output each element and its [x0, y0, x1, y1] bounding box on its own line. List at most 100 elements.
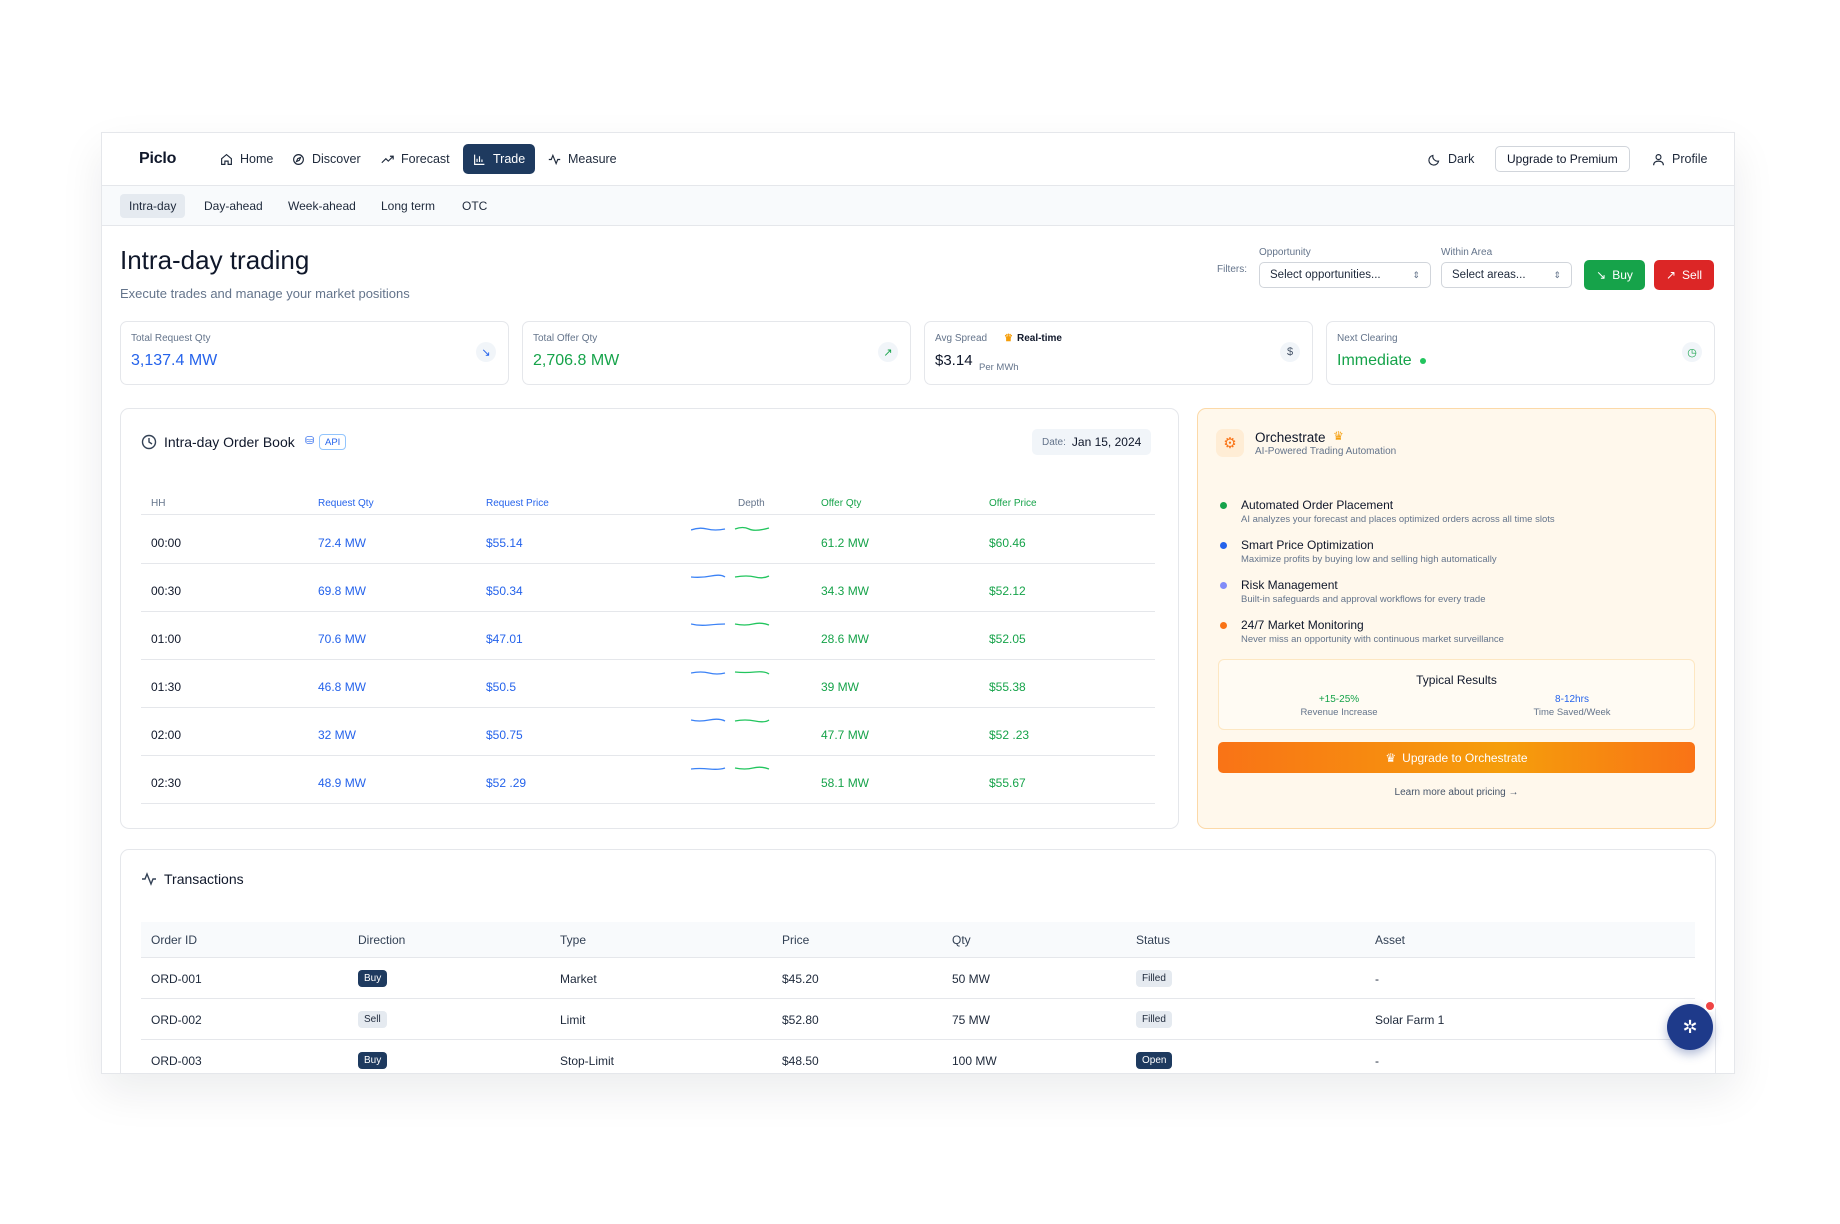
row-request-price: $50.75 — [486, 728, 523, 742]
gear-icon: ⚙ — [1216, 429, 1244, 457]
dark-mode-label: Dark — [1448, 152, 1475, 166]
tab-intra-day[interactable]: Intra-day — [120, 194, 186, 218]
transaction-row[interactable]: ORD-002 Sell Limit $52.80 75 MW Filled S… — [141, 999, 1695, 1040]
dark-mode-toggle[interactable]: Dark — [1418, 144, 1484, 174]
order-book-row[interactable]: 02:00 32 MW $50.75 47.7 MW $52 .23 — [141, 708, 1155, 756]
upgrade-orchestrate-label: Upgrade to Orchestrate — [1402, 750, 1528, 765]
bullet-dot-icon — [1220, 542, 1227, 549]
result-time-label: Time Saved/Week — [1533, 707, 1611, 718]
stat-request-value: 3,137.4 MW — [131, 352, 218, 369]
dollar-icon: $ — [1280, 342, 1300, 362]
status-badge: Filled — [1136, 970, 1172, 987]
date-value: Jan 15, 2024 — [1071, 435, 1142, 449]
arrow-up-right-icon: ↗ — [1665, 268, 1677, 282]
transactions-card: Transactions Order ID Direction Type Pri… — [120, 849, 1716, 1073]
trend-icon — [381, 155, 394, 163]
opportunity-value: Select opportunities... — [1270, 269, 1381, 281]
tab-week-ahead[interactable]: Week-ahead — [279, 194, 365, 218]
transaction-row[interactable]: ORD-001 Buy Market $45.20 50 MW Filled - — [141, 958, 1695, 999]
col-price: Price — [782, 933, 810, 947]
row-offer-qty: 47.7 MW — [821, 728, 870, 742]
api-badge[interactable]: API — [319, 434, 347, 450]
stat-spread-label: Avg Spread — [935, 333, 988, 344]
nav-forecast[interactable]: Forecast — [371, 144, 460, 174]
row-offer-price: $52.05 — [989, 632, 1026, 646]
col-offer-qty: Offer Qty — [821, 498, 862, 509]
tx-qty: 75 MW — [952, 1013, 991, 1027]
row-hh: 01:30 — [151, 680, 182, 694]
chevron-updown-icon: ⇕ — [1553, 269, 1561, 280]
upgrade-orchestrate-button[interactable]: ♛ Upgrade to Orchestrate — [1218, 742, 1695, 773]
nav-trade[interactable]: Trade — [463, 144, 536, 174]
col-status: Status — [1136, 933, 1171, 947]
stat-request-label: Total Request Qty — [131, 333, 211, 344]
page-title: Intra-day trading — [120, 245, 310, 275]
learn-pricing-link[interactable]: Learn more about pricing → — [1198, 787, 1715, 798]
feature-title: 24/7 Market Monitoring — [1241, 618, 1364, 632]
stat-clearing-value: Immediate — [1337, 352, 1427, 370]
typical-results: Typical Results +15-25% Revenue Increase… — [1218, 659, 1695, 730]
col-type: Type — [560, 933, 587, 947]
clock-icon: ◷ — [1682, 342, 1702, 362]
tab-otc[interactable]: OTC — [453, 194, 496, 218]
col-order-id: Order ID — [151, 933, 198, 947]
live-dot-icon — [1420, 357, 1427, 364]
brand-logo[interactable]: Piclo — [139, 150, 176, 168]
order-book-row[interactable]: 02:30 48.9 MW $52 .29 58.1 MW $55.67 — [141, 756, 1155, 804]
row-request-qty: 32 MW — [318, 728, 357, 742]
feature-title: Smart Price Optimization — [1241, 538, 1374, 552]
transaction-row[interactable]: ORD-003 Buy Stop-Limit $48.50 100 MW Ope… — [141, 1040, 1695, 1073]
direction-badge: Buy — [358, 970, 388, 987]
tx-qty: 50 MW — [952, 972, 991, 986]
order-book-row[interactable]: 01:30 46.8 MW $50.5 39 MW $55.38 — [141, 660, 1155, 708]
feature-desc: Maximize profits by buying low and selli… — [1241, 554, 1497, 565]
tab-day-ahead[interactable]: Day-ahead — [195, 194, 272, 218]
profile-button[interactable]: Profile — [1642, 144, 1717, 174]
transactions-title: Transactions — [164, 871, 244, 887]
top-nav: Piclo Home Discover Forecast Trade Measu… — [102, 133, 1734, 186]
tx-price: $45.20 — [782, 972, 819, 986]
filters-label: Filters: — [1217, 264, 1247, 275]
opportunity-label: Opportunity — [1259, 247, 1311, 258]
result-time-value: 8-12hrs — [1555, 694, 1589, 705]
order-book-row[interactable]: 00:00 72.4 MW $55.14 61.2 MW $60.46 — [141, 516, 1155, 564]
stat-clearing-text: Immediate — [1337, 352, 1412, 369]
row-request-price: $50.34 — [486, 584, 523, 598]
stat-next-clearing: Next Clearing Immediate ◷ — [1326, 321, 1715, 385]
tx-asset: - — [1375, 1054, 1379, 1068]
sell-button[interactable]: ↗ Sell — [1654, 260, 1714, 290]
assistant-icon: ✲ — [1682, 1016, 1698, 1037]
tab-long-term[interactable]: Long term — [372, 194, 444, 218]
row-request-qty: 46.8 MW — [318, 680, 367, 694]
notification-dot — [1704, 1000, 1716, 1012]
nav-discover-label: Discover — [312, 152, 361, 166]
result-revenue-value: +15-25% — [1318, 694, 1360, 705]
buy-label: Buy — [1612, 268, 1633, 282]
row-hh: 00:00 — [151, 536, 182, 550]
opportunity-select[interactable]: Select opportunities... ⇕ — [1259, 262, 1431, 288]
transactions-header: Order ID Direction Type Price Qty Status… — [141, 922, 1695, 958]
arrow-down-right-icon: ↘ — [476, 342, 496, 362]
row-request-qty: 72.4 MW — [318, 536, 367, 550]
area-select[interactable]: Select areas... ⇕ — [1441, 262, 1572, 288]
date-picker[interactable]: Date: Jan 15, 2024 — [1032, 429, 1152, 455]
order-book-row[interactable]: 01:00 70.6 MW $47.01 28.6 MW $52.05 — [141, 612, 1155, 660]
results-title: Typical Results — [1416, 673, 1497, 687]
status-badge: Open — [1136, 1052, 1173, 1069]
upgrade-premium-button[interactable]: Upgrade to Premium — [1495, 146, 1630, 172]
bullet-dot-icon — [1220, 502, 1227, 509]
direction-badge: Buy — [358, 1052, 388, 1069]
row-request-qty: 48.9 MW — [318, 776, 367, 790]
nav-home[interactable]: Home — [210, 144, 283, 174]
row-request-price: $50.5 — [486, 680, 517, 694]
nav-discover[interactable]: Discover — [282, 144, 371, 174]
order-book-card: Intra-day Order Book ⛁ API Date: Jan 15,… — [120, 408, 1179, 829]
buy-button[interactable]: ↘ Buy — [1584, 260, 1645, 290]
order-book-row[interactable]: 00:30 69.8 MW $50.34 34.3 MW $52.12 — [141, 564, 1155, 612]
feature-title: Automated Order Placement — [1241, 498, 1394, 512]
direction-badge: Sell — [358, 1011, 387, 1028]
nav-measure[interactable]: Measure — [538, 144, 627, 174]
depth-sparkline — [691, 574, 770, 579]
profile-label: Profile — [1672, 152, 1708, 166]
pulse-icon — [548, 153, 561, 165]
